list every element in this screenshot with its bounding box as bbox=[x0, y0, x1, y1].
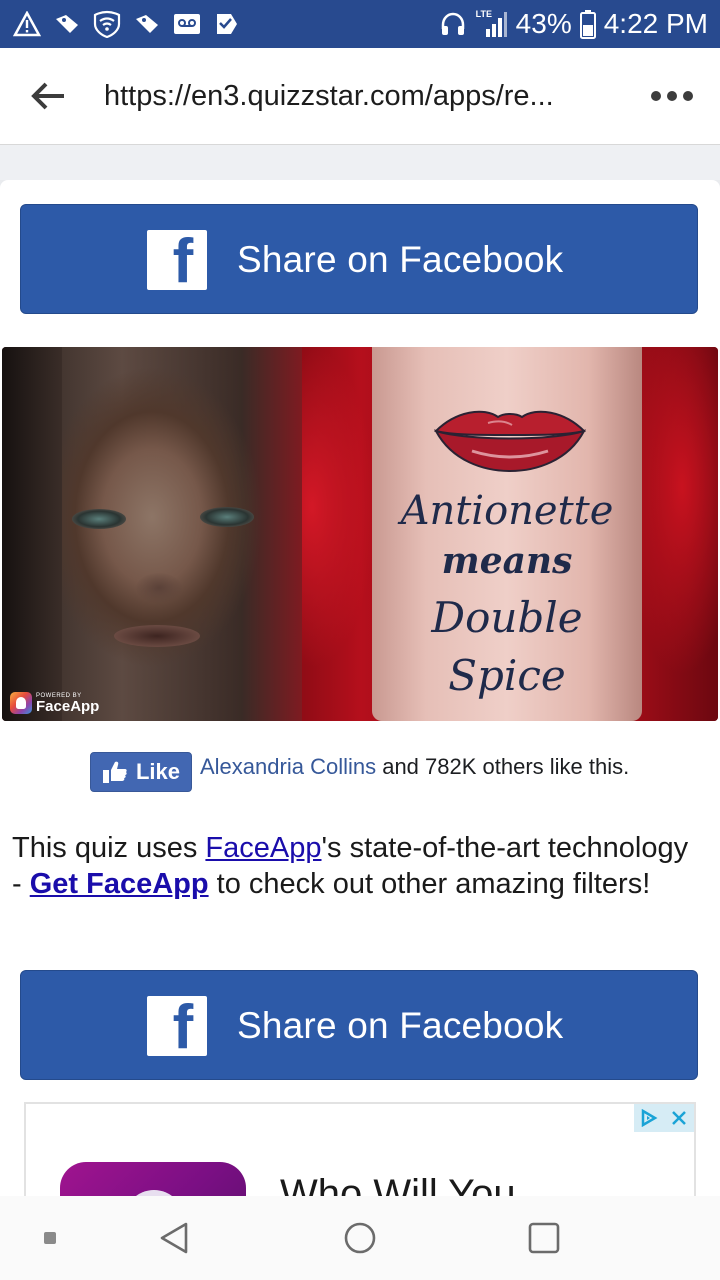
clock: 4:22 PM bbox=[603, 8, 708, 39]
android-navigation-bar bbox=[0, 1196, 720, 1280]
content-card: f Share on Facebook POWERED BY FaceApp A… bbox=[0, 180, 720, 1196]
share-button-label: Share on Facebook bbox=[237, 1005, 564, 1046]
description-text-1: This quiz uses bbox=[12, 832, 206, 864]
back-button[interactable] bbox=[24, 72, 72, 120]
face-photo: POWERED BY FaceApp bbox=[2, 347, 302, 721]
system-status: LTE 43% 4:22 PM bbox=[438, 0, 708, 48]
ad-app-icon bbox=[60, 1162, 246, 1196]
lips-tattoo-icon bbox=[433, 410, 587, 473]
faceapp-logo-icon bbox=[10, 692, 32, 714]
notification-icons bbox=[12, 0, 242, 48]
tag-icon bbox=[52, 9, 82, 39]
description-text-3: to check out other amazing filters! bbox=[208, 868, 651, 900]
thumbs-up-icon bbox=[102, 761, 127, 783]
mouth bbox=[114, 625, 200, 647]
tattoo-name: Antionette bbox=[400, 488, 614, 534]
url-field[interactable]: https://en3.quizzstar.com/apps/re... bbox=[104, 76, 604, 116]
like-button-label: Like bbox=[135, 759, 181, 784]
battery-icon bbox=[579, 9, 596, 39]
battery-percent: 43% bbox=[515, 8, 572, 39]
right-eye bbox=[200, 507, 254, 527]
facebook-logo-icon: f bbox=[147, 230, 207, 290]
get-faceapp-link[interactable]: Get FaceApp bbox=[30, 868, 209, 900]
headphones-icon bbox=[438, 9, 468, 39]
nav-home-button[interactable] bbox=[336, 1214, 384, 1262]
notification-dot-button[interactable] bbox=[26, 1214, 74, 1262]
signal-icon: LTE bbox=[476, 9, 508, 39]
circle-home-icon bbox=[344, 1222, 376, 1254]
tattoo-meaning-2: Spice bbox=[448, 651, 566, 700]
like-button[interactable]: Like bbox=[90, 752, 192, 792]
page-background-strip bbox=[0, 145, 720, 180]
wifi-shield-icon bbox=[92, 9, 122, 39]
tattoo-meaning-1: Double bbox=[431, 593, 583, 642]
hair bbox=[2, 347, 62, 721]
faceapp-link[interactable]: FaceApp bbox=[205, 832, 321, 864]
share-facebook-button-bottom[interactable]: f Share on Facebook bbox=[20, 970, 698, 1080]
nav-recents-button[interactable] bbox=[520, 1214, 568, 1262]
tattoo-means: means bbox=[441, 540, 573, 582]
friend-name-link[interactable]: Alexandria Collins bbox=[200, 754, 376, 779]
share-button-label: Share on Facebook bbox=[237, 239, 564, 280]
check-tag-icon bbox=[212, 9, 242, 39]
more-dots-icon bbox=[651, 91, 693, 101]
ad-choices-icon[interactable] bbox=[634, 1104, 664, 1132]
faceapp-brand-label: FaceApp bbox=[36, 697, 100, 715]
more-options-button[interactable] bbox=[648, 78, 696, 114]
ad-close-icon[interactable] bbox=[664, 1104, 694, 1132]
facebook-like-row: Like Alexandria Collins and 782K others … bbox=[90, 752, 650, 812]
facebook-logo-icon: f bbox=[147, 996, 207, 1056]
quiz-description: This quiz uses FaceApp's state-of-the-ar… bbox=[12, 830, 702, 902]
square-dot-icon bbox=[44, 1232, 56, 1244]
arrow-left-icon bbox=[31, 82, 64, 110]
nose bbox=[136, 573, 182, 603]
voicemail-icon bbox=[172, 9, 202, 39]
status-bar: LTE 43% 4:22 PM bbox=[0, 0, 720, 48]
left-eye bbox=[72, 509, 126, 529]
ad-headline[interactable]: Who Will You bbox=[280, 1170, 516, 1196]
quiz-result-image: POWERED BY FaceApp Antionette means Doub… bbox=[2, 347, 718, 721]
like-count-text: and 782K others like this. bbox=[376, 754, 630, 779]
triangle-back-icon bbox=[160, 1222, 188, 1254]
like-summary: Alexandria Collins and 782K others like … bbox=[200, 752, 640, 782]
nav-back-button[interactable] bbox=[150, 1214, 198, 1262]
square-recents-icon bbox=[528, 1222, 560, 1254]
faceapp-badge: POWERED BY FaceApp bbox=[10, 691, 99, 715]
tag-icon-2 bbox=[132, 9, 162, 39]
browser-address-bar: https://en3.quizzstar.com/apps/re... bbox=[0, 48, 720, 145]
share-facebook-button-top[interactable]: f Share on Facebook bbox=[20, 204, 698, 314]
warning-icon bbox=[12, 9, 42, 39]
advertisement[interactable]: Who Will You bbox=[24, 1102, 696, 1196]
